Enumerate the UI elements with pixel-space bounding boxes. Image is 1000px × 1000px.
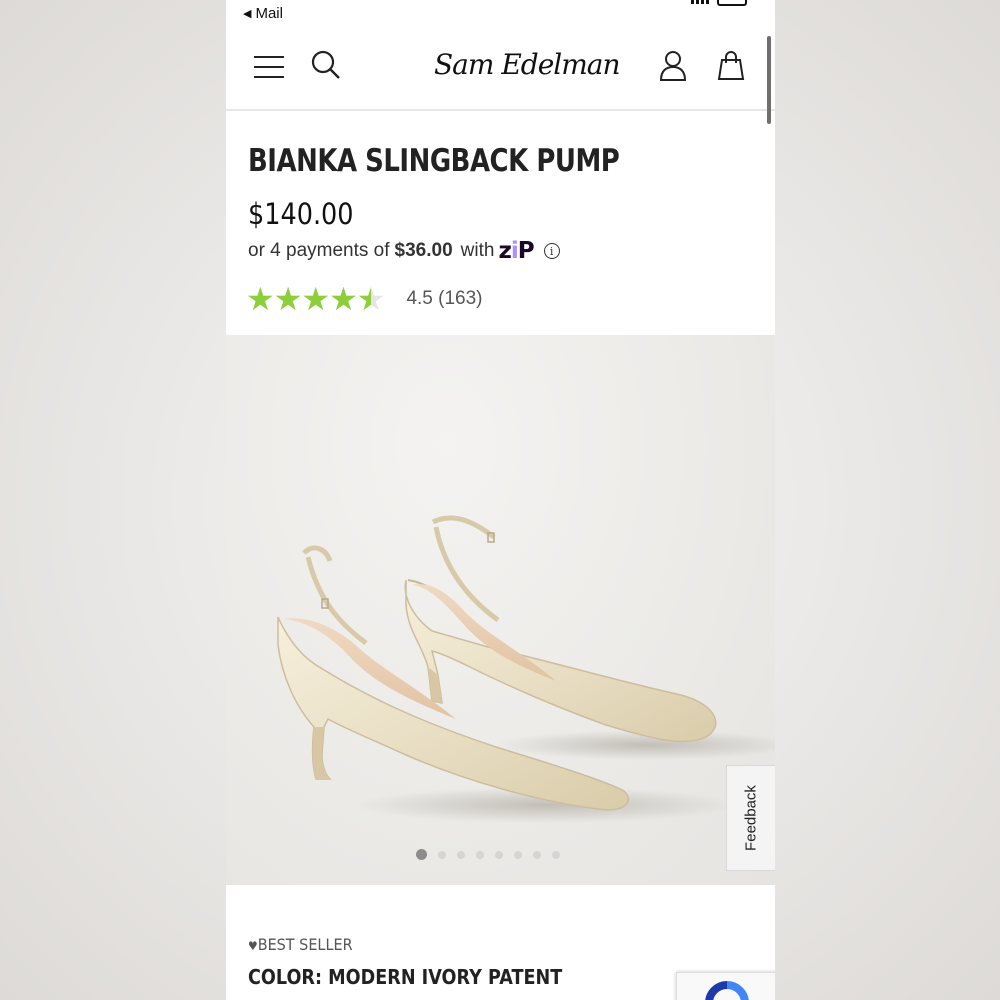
zip-logo-glyph-i: i xyxy=(510,238,519,264)
back-arrow-icon: ◀ xyxy=(243,8,252,20)
status-icons xyxy=(691,0,747,6)
color-value: MODERN IVORY PATENT xyxy=(328,965,563,989)
scrollbar[interactable] xyxy=(767,36,771,124)
battery-icon xyxy=(717,0,747,6)
gallery-dot[interactable] xyxy=(476,850,484,859)
back-label: Mail xyxy=(255,5,283,22)
product-title: BIANKA SLINGBACK PUMP xyxy=(248,143,620,179)
best-seller-badge: ♥BEST SELLER xyxy=(248,935,353,954)
star-rating: ★★★★★ ★★★★★ xyxy=(246,283,385,315)
recaptcha-icon xyxy=(705,981,749,1000)
heart-icon: ♥ xyxy=(248,939,258,953)
product-rating[interactable]: ★★★★★ ★★★★★ 4.5 (163) xyxy=(246,283,482,315)
brand-logo[interactable]: Sam Edelman xyxy=(434,48,620,81)
installment-info: or 4 payments of $36.00 with zip ziP i xyxy=(248,238,560,264)
color-selection: COLOR: MODERN IVORY PATENT xyxy=(248,965,562,989)
gallery-dot[interactable] xyxy=(533,850,541,859)
gallery-dot[interactable] xyxy=(438,850,446,859)
rating-summary: 4.5 (163) xyxy=(406,288,483,309)
gallery-dot[interactable] xyxy=(416,849,427,860)
account-icon[interactable] xyxy=(658,50,688,82)
product-image-gallery[interactable] xyxy=(226,335,775,885)
product-image xyxy=(277,515,775,823)
gallery-dot[interactable] xyxy=(495,850,503,859)
back-to-mail-link[interactable]: ◀ Mail xyxy=(243,5,283,22)
shopping-bag-icon[interactable] xyxy=(716,50,746,82)
status-bar: ◀ Mail xyxy=(226,0,775,30)
installment-amount: $36.00 xyxy=(394,240,453,261)
search-icon[interactable] xyxy=(310,49,342,81)
badge-label: BEST SELLER xyxy=(257,935,353,954)
gallery-dot[interactable] xyxy=(552,850,560,859)
zip-logo-glyph-p: P xyxy=(517,238,535,264)
gallery-dot[interactable] xyxy=(457,850,465,859)
installment-prefix: or 4 payments of xyxy=(248,240,390,261)
product-page: ◀ Mail Sam Edelman BIANKA SLINGBACK PUMP xyxy=(226,0,775,1000)
feedback-label: Feedback xyxy=(742,785,760,851)
installment-suffix: with xyxy=(460,240,495,261)
recaptcha-badge[interactable] xyxy=(676,972,775,1000)
star-rating-filled: ★★★★★ xyxy=(246,283,371,315)
signal-icon xyxy=(691,0,709,4)
zip-logo[interactable]: zip ziP xyxy=(498,238,535,264)
feedback-tab[interactable]: Feedback xyxy=(726,765,775,871)
gallery-dot[interactable] xyxy=(514,850,522,859)
product-price: $140.00 xyxy=(248,197,354,231)
menu-icon[interactable] xyxy=(254,52,284,82)
zip-logo-glyph-z: z xyxy=(498,238,511,264)
site-header: Sam Edelman xyxy=(226,30,775,111)
info-icon[interactable]: i xyxy=(543,243,560,259)
color-label: COLOR: xyxy=(248,965,323,989)
gallery-pagination xyxy=(416,849,560,860)
